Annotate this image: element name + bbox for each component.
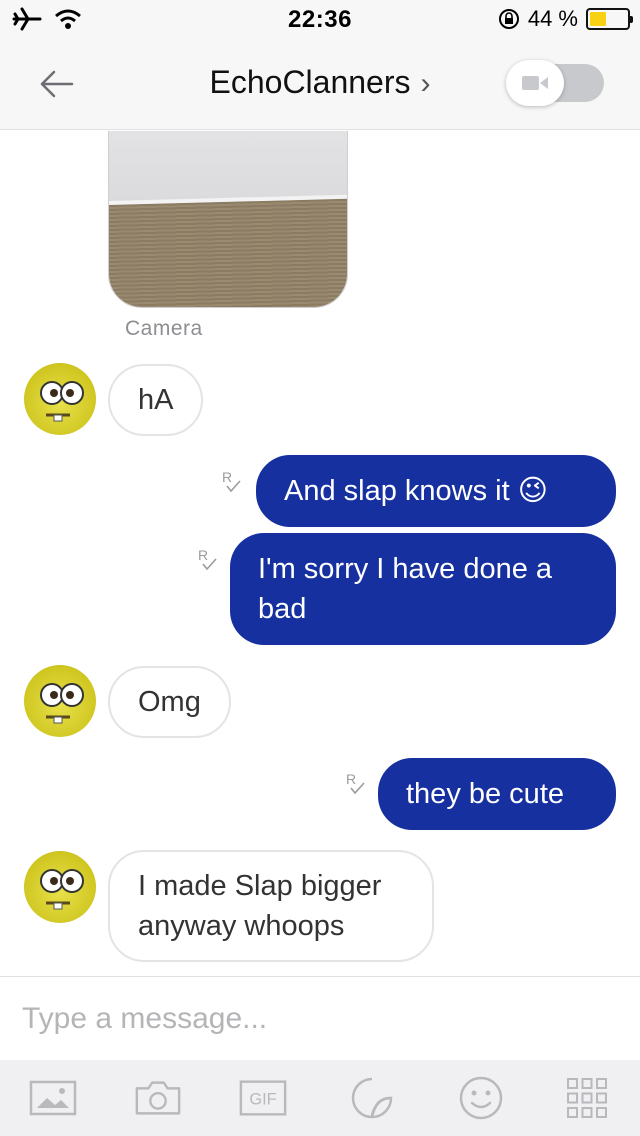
rotation-lock-icon: [498, 9, 519, 29]
message-text: I'm sorry I have done a bad: [258, 553, 553, 625]
video-call-toggle[interactable]: [506, 60, 604, 106]
status-bar: 22:36 44 %: [0, 0, 640, 40]
photo-fabric: [109, 198, 347, 307]
read-receipt-icon: R: [198, 547, 220, 573]
message-text: And slap knows it 😉: [284, 475, 548, 507]
message-bubble-incoming[interactable]: I made Slap bigger anyway whoops: [108, 850, 434, 962]
sticker-button[interactable]: [347, 1074, 397, 1122]
message-bubble-outgoing[interactable]: And slap knows it 😉: [256, 455, 616, 527]
svg-text:GIF: GIF: [249, 1091, 276, 1109]
emoji-button[interactable]: [456, 1074, 506, 1122]
battery-icon: [586, 8, 633, 30]
camera-icon: [135, 1081, 181, 1115]
image-button[interactable]: [28, 1074, 78, 1122]
message-bubble-incoming[interactable]: Omg: [108, 666, 231, 738]
image-icon: [29, 1080, 77, 1116]
svg-text:R: R: [198, 547, 208, 563]
battery-percent: 44 %: [527, 6, 578, 31]
svg-text:R: R: [222, 469, 232, 485]
message-input[interactable]: [22, 989, 618, 1049]
message-bubble-outgoing[interactable]: I'm sorry I have done a bad: [230, 533, 616, 645]
attachment-toolbar: GIF: [0, 1060, 640, 1136]
message-text: I made Slap bigger anyway whoops: [138, 870, 382, 942]
video-toggle-knob: [506, 60, 564, 106]
gif-button[interactable]: GIF: [238, 1074, 288, 1122]
composer: [0, 976, 640, 1060]
read-receipt-icon: R: [346, 771, 368, 797]
message-list[interactable]: Camera hA R And slap knows it 😉 R I'm so…: [0, 131, 640, 976]
gif-icon: GIF: [239, 1080, 287, 1116]
apps-grid-button[interactable]: [562, 1074, 612, 1122]
status-right: 44 %: [498, 6, 633, 32]
apps-grid-icon: [567, 1078, 607, 1118]
video-camera-icon: [522, 76, 548, 90]
chevron-right-icon: ›: [420, 66, 431, 100]
message-bubble-incoming[interactable]: hA: [108, 364, 204, 436]
avatar[interactable]: [24, 665, 96, 737]
sponge-avatar-icon: [40, 381, 84, 422]
battery-level: [590, 12, 606, 26]
message-text: Omg: [138, 686, 201, 718]
camera-button[interactable]: [133, 1074, 183, 1122]
avatar[interactable]: [24, 851, 96, 923]
photo-message[interactable]: [108, 131, 348, 308]
emoji-icon: [459, 1076, 503, 1120]
chat-title: EchoClanners: [209, 64, 411, 100]
message-text: hA: [138, 384, 174, 416]
svg-text:R: R: [346, 771, 356, 787]
chat-header: EchoClanners ›: [0, 40, 640, 130]
sticker-icon: [351, 1077, 393, 1119]
avatar[interactable]: [24, 363, 96, 435]
sponge-avatar-icon: [40, 683, 84, 724]
message-text: they be cute: [406, 778, 564, 810]
photo-caption: Camera: [125, 317, 203, 340]
message-bubble-outgoing[interactable]: they be cute: [378, 758, 616, 830]
sponge-avatar-icon: [40, 869, 84, 910]
read-receipt-icon: R: [222, 469, 244, 495]
